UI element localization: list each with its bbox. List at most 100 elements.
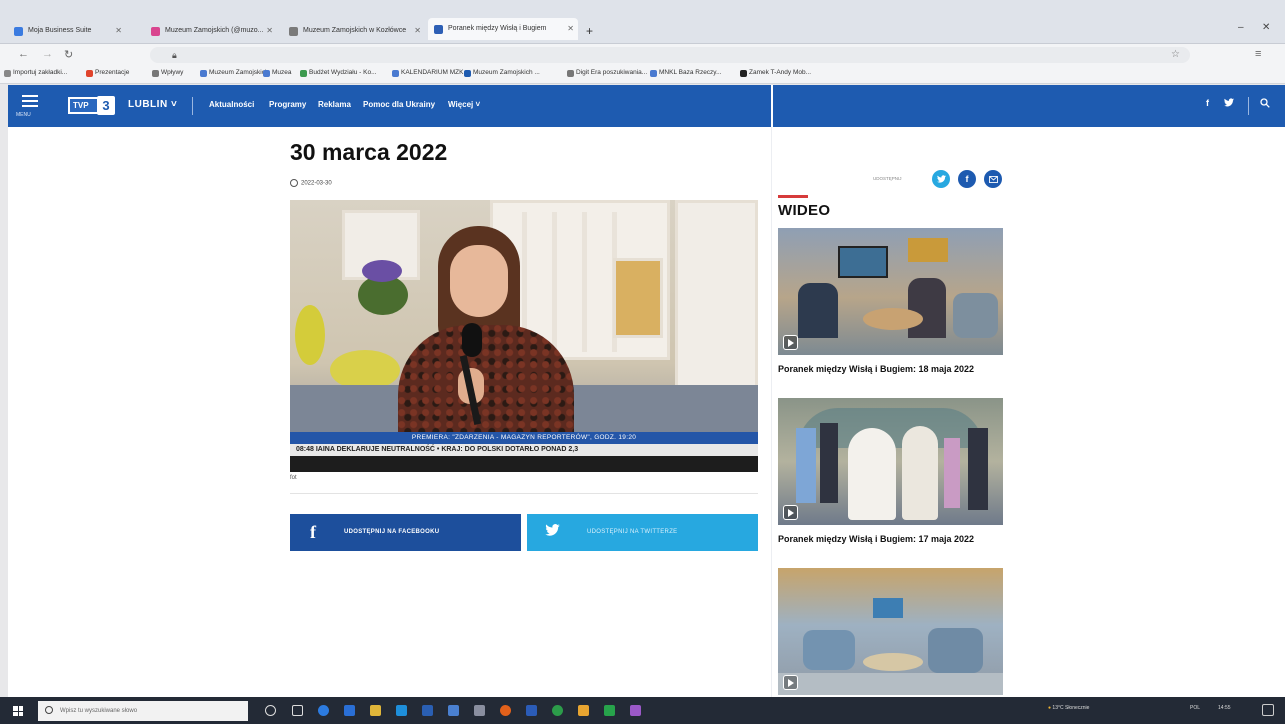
share-twitter-icon[interactable] (932, 170, 950, 188)
windows-start-icon[interactable] (13, 706, 23, 716)
excel-icon[interactable] (604, 705, 615, 716)
word-icon[interactable] (526, 705, 537, 716)
divider (290, 493, 758, 494)
bookmark-item[interactable]: Zamek T-Andy Mob... (740, 69, 811, 77)
keyboard-language[interactable]: POL (1190, 705, 1200, 711)
browser-tab[interactable]: Moja Business Suite ✕ (8, 22, 126, 40)
tab-favicon-icon (14, 26, 23, 36)
edge-icon[interactable] (318, 705, 329, 716)
app-icon[interactable] (474, 705, 485, 716)
store-icon[interactable] (396, 705, 407, 716)
close-window-icon[interactable]: ✕ (1262, 22, 1270, 33)
tvp3-logo[interactable]: TVP 3 (68, 96, 115, 115)
share-facebook-icon[interactable]: f (958, 170, 976, 188)
share-email-icon[interactable] (984, 170, 1002, 188)
taskbar-search-input[interactable]: Wpisz tu wyszukiwane słowo (38, 701, 248, 721)
app-icon[interactable] (630, 705, 641, 716)
menu-label: MENU (16, 112, 31, 118)
bookmark-favicon-icon (567, 70, 574, 77)
facebook-icon[interactable]: f (1206, 98, 1209, 108)
twitter-icon[interactable] (1224, 98, 1234, 109)
bookmark-item[interactable]: Budżet Wydziału - Ko... (300, 69, 377, 77)
new-tab-button[interactable]: + (580, 22, 602, 40)
browser-tab-active[interactable]: Poranek między Wisłą i Bugiem ✕ (428, 18, 578, 40)
weather-widget[interactable]: ● 13°C Słonecznie (1048, 705, 1089, 711)
lock-icon: 🔒︎ (172, 50, 177, 60)
nav-item-wiecej[interactable]: Więcej ˅ (448, 100, 480, 109)
bookmark-item[interactable]: Wpływy (152, 69, 183, 77)
play-icon (783, 335, 798, 350)
video-player[interactable]: PREMIERA: "ZDARZENIA - MAGAZYN REPORTERÓ… (290, 200, 758, 472)
tab-close-icon[interactable]: ✕ (567, 18, 574, 40)
yellow-flowers (330, 350, 400, 390)
browser-menu-icon[interactable]: ≡ (1255, 48, 1261, 60)
browser-nav-bar: ← → ↻ 🔒︎ ☆ ≡ (0, 44, 1285, 66)
notifications-icon[interactable] (1262, 704, 1274, 716)
nav-item-aktualnosci[interactable]: Aktualności (209, 100, 254, 109)
search-icon[interactable] (1260, 98, 1270, 110)
tab-close-icon[interactable]: ✕ (266, 22, 273, 40)
browser-tab[interactable]: Muzeum Zamojskich (@muzo... ✕ (145, 22, 277, 40)
share-twitter-button[interactable]: UDOSTĘPNIJ NA TWITTERZE (527, 514, 758, 551)
forward-icon[interactable]: → (42, 48, 53, 60)
firefox-icon[interactable] (500, 705, 511, 716)
bookmark-item[interactable]: Muzeum Zamojskich ... (464, 69, 540, 77)
bookmark-item[interactable]: Prezentacje (86, 69, 129, 77)
bookmark-favicon-icon (86, 70, 93, 77)
bookmark-favicon-icon (200, 70, 207, 77)
section-accent (778, 195, 808, 198)
app-icon[interactable] (448, 705, 459, 716)
chrome-icon[interactable] (552, 705, 563, 716)
hamburger-menu-icon[interactable] (22, 95, 38, 109)
nav-item-reklama[interactable]: Reklama (318, 100, 351, 109)
tab-favicon-icon (289, 26, 298, 36)
mail-icon[interactable] (422, 705, 433, 716)
page-content: 30 marca 2022 2022-03-30 PREMIERA: "ZDAR… (8, 127, 1285, 697)
video-title[interactable]: Poranek między Wisłą i Bugiem: 17 maja 2… (778, 534, 1003, 545)
app-icon[interactable] (344, 705, 355, 716)
microphone (462, 323, 482, 357)
bookmark-item[interactable]: MNKL Baza Rzeczy... (650, 69, 722, 77)
tab-close-icon[interactable]: ✕ (414, 22, 421, 40)
tab-favicon-icon (151, 26, 160, 36)
nav-item-pomoc-dla-ukrainy[interactable]: Pomoc dla Ukrainy (363, 100, 435, 109)
tab-favicon-icon (434, 24, 443, 34)
section-title-wideo: WIDEO (778, 202, 831, 219)
search-icon (45, 706, 53, 714)
bookmark-item[interactable]: Muzea (263, 69, 292, 77)
bookmark-star-icon[interactable]: ☆ (1171, 47, 1180, 63)
twitter-icon (545, 524, 560, 536)
minimize-icon[interactable]: – (1238, 22, 1244, 33)
browser-tab-bar: Moja Business Suite ✕ Muzeum Zamojskich … (0, 0, 1285, 44)
share-facebook-button[interactable]: f UDOSTĘPNIJ NA FACEBOOKU (290, 514, 521, 551)
bookmark-item[interactable]: Muzeum Zamojskich (200, 69, 269, 77)
video-thumbnail[interactable] (778, 228, 1003, 355)
header-divider (771, 85, 773, 127)
bookmark-item[interactable]: KALENDARIUM MZK (392, 69, 463, 77)
video-thumbnail[interactable] (778, 568, 1003, 695)
browser-tab[interactable]: Muzeum Zamojskich w Kozłówce ✕ (283, 22, 425, 40)
cortana-icon[interactable] (265, 705, 276, 716)
reload-icon[interactable]: ↻ (64, 48, 73, 61)
nav-item-programy[interactable]: Programy (269, 100, 306, 109)
video-thumbnail[interactable] (778, 398, 1003, 525)
yellow-flowers (295, 305, 325, 365)
clock[interactable]: 14:55 (1218, 705, 1231, 711)
bookmark-favicon-icon (263, 70, 270, 77)
app-icon[interactable] (578, 705, 589, 716)
header-separator (192, 97, 193, 115)
bookmark-favicon-icon (392, 70, 399, 77)
bookmark-favicon-icon (740, 70, 747, 77)
address-bar[interactable]: 🔒︎ ☆ (150, 47, 1190, 63)
bookmark-item[interactable]: Digit Era poszukiwania... (567, 69, 647, 77)
video-title[interactable]: Poranek między Wisłą i Bugiem: 18 maja 2… (778, 364, 1003, 375)
tab-close-icon[interactable]: ✕ (115, 22, 122, 40)
bookmark-item[interactable]: Importuj zakładki... (4, 69, 67, 77)
region-dropdown[interactable]: LUBLIN ˅ (128, 99, 177, 110)
play-icon (783, 675, 798, 690)
task-view-icon[interactable] (292, 705, 303, 716)
back-icon[interactable]: ← (18, 48, 29, 60)
file-explorer-icon[interactable] (370, 705, 381, 716)
ticker-premiere: PREMIERA: "ZDARZENIA - MAGAZYN REPORTERÓ… (290, 432, 758, 444)
column-divider (771, 127, 772, 697)
